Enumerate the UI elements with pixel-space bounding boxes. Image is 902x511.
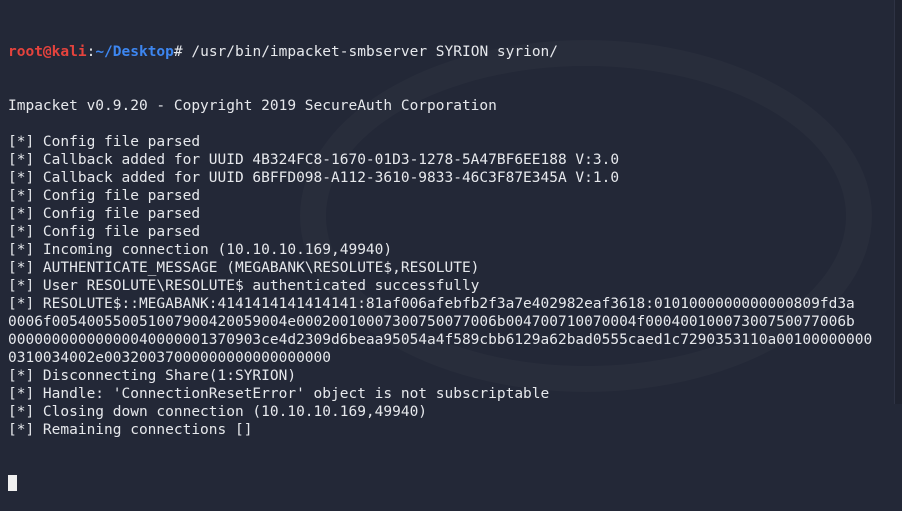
output-line: [*] Callback added for UUID 4B324FC8-167… [8, 152, 620, 168]
output-line: [*] Config file parsed [8, 224, 201, 240]
output-line: [*] Config file parsed [8, 134, 201, 150]
output-line: [*] Config file parsed [8, 188, 201, 204]
output-line: Impacket v0.9.20 - Copyright 2019 Secure… [8, 98, 497, 114]
output-line: 00000000000000040000001370903ce4d2309d6b… [8, 332, 873, 348]
prompt-sep: : [86, 44, 96, 60]
prompt-symbol: # [173, 44, 192, 60]
output-lines: Impacket v0.9.20 - Copyright 2019 Secure… [8, 97, 872, 439]
output-line: [*] Remaining connections [] [8, 422, 253, 438]
output-line: 0310034002e00320037000000000000000000 [8, 350, 332, 366]
output-line: [*] AUTHENTICATE_MESSAGE (MEGABANK\RESOL… [8, 260, 480, 276]
terminal-cursor [8, 475, 17, 491]
output-line: [*] RESOLUTE$::MEGABANK:4141414141414141… [8, 296, 855, 312]
output-line: [*] Callback added for UUID 6BFFD098-A11… [8, 170, 620, 186]
output-line: 0006f005400550051007900420059004e0002001… [8, 314, 855, 330]
prompt-path: ~/Desktop [95, 44, 174, 60]
command-text: /usr/bin/impacket-smbserver SYRION syrio… [191, 44, 559, 60]
output-line: [*] Closing down connection (10.10.10.16… [8, 404, 428, 420]
output-line: [*] Handle: 'ConnectionResetError' objec… [8, 386, 550, 402]
prompt-line: root@kali:~/Desktop# /usr/bin/impacket-s… [8, 43, 872, 61]
scrollbar[interactable] [894, 0, 902, 404]
output-line: [*] Config file parsed [8, 206, 201, 222]
output-line: [*] User RESOLUTE\RESOLUTE$ authenticate… [8, 278, 480, 294]
cursor-line [8, 475, 872, 493]
prompt-user: root@kali [8, 44, 87, 60]
terminal-output[interactable]: root@kali:~/Desktop# /usr/bin/impacket-s… [8, 7, 872, 511]
output-line: [*] Incoming connection (10.10.10.169,49… [8, 242, 393, 258]
output-line: [*] Disconnecting Share(1:SYRION) [8, 368, 297, 384]
